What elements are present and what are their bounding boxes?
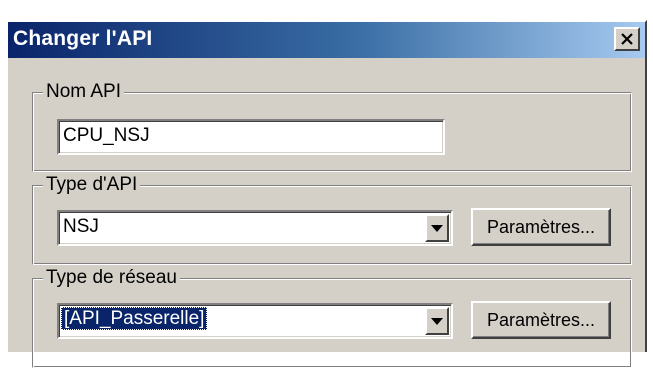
type-reseau-legend: Type de réseau — [43, 267, 180, 289]
type-reseau-selected-value: [API_Passerelle] — [61, 307, 208, 330]
type-reseau-parametres-button[interactable]: Paramètres... — [471, 301, 611, 339]
chevron-down-icon — [431, 224, 443, 232]
type-reseau-select[interactable]: [API_Passerelle] — [57, 303, 453, 339]
type-api-selected-value: NSJ — [63, 216, 99, 237]
title-bar[interactable]: Changer l'API — [8, 22, 645, 58]
close-icon — [621, 33, 633, 45]
type-api-group: Type d'API NSJ Paramètres... — [32, 174, 632, 265]
chevron-down-icon — [431, 317, 443, 325]
type-api-dropdown-button[interactable] — [425, 214, 449, 242]
type-api-legend: Type d'API — [43, 174, 141, 196]
type-api-parametres-label: Paramètres... — [486, 216, 596, 237]
type-api-select[interactable]: NSJ — [57, 210, 453, 246]
change-api-dialog: Changer l'API Nom API CPU_NSJ Type d'API… — [6, 20, 647, 368]
nom-api-group: Nom API CPU_NSJ — [32, 81, 632, 172]
nom-api-input[interactable]: CPU_NSJ — [57, 119, 445, 155]
window-title: Changer l'API — [13, 27, 153, 50]
type-reseau-group: Type de réseau [API_Passerelle] Paramètr… — [32, 267, 632, 368]
nom-api-legend: Nom API — [43, 81, 124, 103]
type-api-parametres-button[interactable]: Paramètres... — [471, 208, 611, 246]
type-reseau-dropdown-button[interactable] — [425, 307, 449, 335]
type-reseau-parametres-label: Paramètres... — [486, 309, 596, 330]
nom-api-value: CPU_NSJ — [63, 125, 150, 146]
close-button[interactable] — [614, 27, 640, 51]
